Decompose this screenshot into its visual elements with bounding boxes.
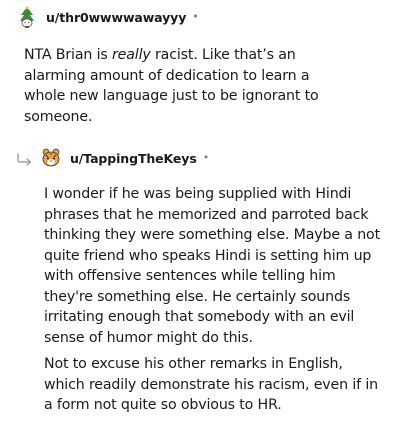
meta-separator: • — [202, 150, 210, 164]
comment-header: u/thr0wwwwawayyy • — [16, 5, 392, 29]
comment-body: I wonder if he was being supplied with H… — [44, 184, 384, 416]
meta-separator: • — [192, 9, 199, 23]
comment-header: u/TappingTheKeys • — [16, 146, 392, 170]
comment-text-part: NTA Brian is — [24, 47, 112, 63]
username-link[interactable]: u/thr0wwwwawayyy — [46, 10, 186, 25]
comment-2-reply: u/TappingTheKeys • I wonder if he was be… — [16, 146, 392, 416]
snoo-christmas-tree-avatar-icon[interactable] — [16, 6, 38, 28]
comment-paragraph: I wonder if he was being supplied with H… — [44, 186, 380, 346]
snoo-tiger-avatar-icon[interactable] — [40, 147, 62, 169]
comment-paragraph: Not to excuse his other remarks in Engli… — [44, 356, 378, 413]
comment-1: u/thr0wwwwawayyy • NTA Brian is really r… — [16, 5, 392, 127]
reply-arrow-icon — [16, 151, 34, 166]
username-link[interactable]: u/TappingTheKeys — [70, 151, 197, 166]
comment-body: NTA Brian is really racist. Like that’s … — [24, 45, 354, 127]
comment-text-emphasis: really — [112, 47, 151, 63]
